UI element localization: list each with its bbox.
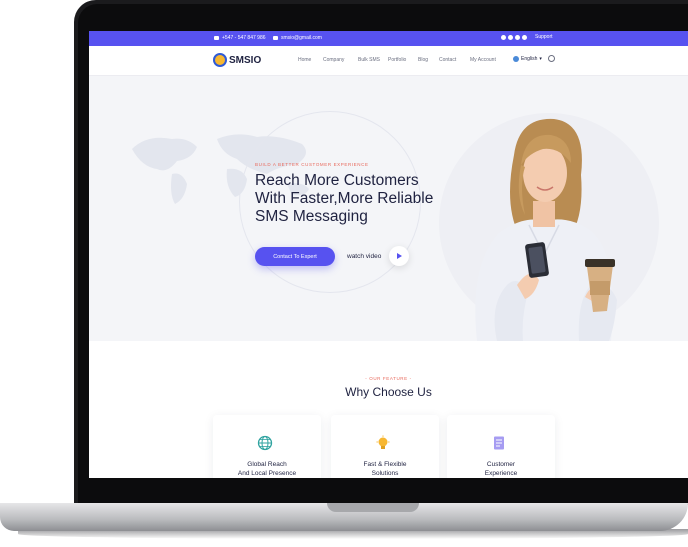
play-icon [397, 253, 402, 259]
nav-contact[interactable]: Contact [439, 57, 456, 63]
hero-title: Reach More Customers With Faster,More Re… [255, 172, 485, 226]
nav-blog[interactable]: Blog [418, 57, 428, 63]
nav-company[interactable]: Company [323, 57, 344, 63]
feature-line: Fast & Flexible [363, 461, 407, 468]
feature-card-title: Global Reach And Local Presence [213, 460, 321, 478]
hero-title-line: With Faster,More Reliable [255, 190, 434, 207]
social-links [501, 35, 527, 40]
feature-line: Global Reach [247, 461, 287, 468]
phone-icon [214, 36, 219, 40]
twitter-icon[interactable] [508, 35, 513, 40]
email-address: smsio@gmail.com [281, 35, 322, 41]
logo-icon[interactable] [213, 53, 227, 67]
email-info[interactable]: smsio@gmail.com [273, 35, 322, 41]
chevron-down-icon: ▾ [539, 56, 542, 62]
contact-expert-button[interactable]: Contact To Expert [255, 247, 335, 266]
lightbulb-icon [376, 435, 390, 449]
laptop-notch [327, 503, 419, 512]
hero-title-line: Reach More Customers [255, 172, 419, 189]
globe-icon [513, 56, 519, 62]
linkedin-icon[interactable] [522, 35, 527, 40]
features-section: - OUR FEATURE - Why Choose Us Global Rea… [89, 341, 688, 478]
feature-card[interactable]: Fast & Flexible Solutions [331, 415, 439, 478]
nav-home[interactable]: Home [298, 57, 311, 63]
feature-card[interactable]: Customer Experience [447, 415, 555, 478]
feature-card-title: Customer Experience [447, 460, 555, 478]
navbar: SMSIO Home Company Bulk SMS Portfolio Bl… [89, 46, 688, 76]
feature-line: Solutions [371, 470, 399, 477]
feature-line: Experience [484, 470, 518, 477]
watch-video-label[interactable]: watch video [347, 253, 381, 260]
phone-number: +547 - 547 847 986 [222, 35, 266, 41]
nav-bulk-sms[interactable]: Bulk SMS [358, 57, 380, 63]
features-eyebrow: - OUR FEATURE - [365, 376, 412, 381]
document-icon [494, 436, 504, 450]
feature-card[interactable]: Global Reach And Local Presence [213, 415, 321, 478]
search-icon[interactable] [548, 55, 555, 62]
hero-eyebrow: BUILD A BETTER CUSTOMER EXPERIENCE [255, 162, 369, 167]
language-label: English [521, 56, 538, 62]
nav-portfolio[interactable]: Portfolio [388, 57, 406, 63]
browser-screen: +547 - 547 847 986 smsio@gmail.com Suppo… [89, 31, 688, 478]
brand-logo[interactable]: SMSIO [229, 55, 261, 66]
instagram-icon[interactable] [515, 35, 520, 40]
globe-icon [257, 435, 273, 451]
feature-line: And Local Presence [237, 470, 297, 477]
language-selector[interactable]: English ▾ [513, 56, 542, 62]
mail-icon [273, 36, 278, 40]
support-link[interactable]: Support [535, 34, 553, 40]
features-title: Why Choose Us [345, 385, 432, 399]
phone-info[interactable]: +547 - 547 847 986 [214, 35, 266, 41]
hero-title-line: SMS Messaging [255, 208, 368, 225]
nav-my-account[interactable]: My Account [470, 57, 496, 63]
top-bar: +547 - 547 847 986 smsio@gmail.com Suppo… [89, 31, 688, 46]
hero-woman-image [475, 118, 617, 341]
feature-line: Customer [486, 461, 516, 468]
feature-card-title: Fast & Flexible Solutions [331, 460, 439, 478]
play-video-button[interactable] [389, 246, 409, 266]
facebook-icon[interactable] [501, 35, 506, 40]
